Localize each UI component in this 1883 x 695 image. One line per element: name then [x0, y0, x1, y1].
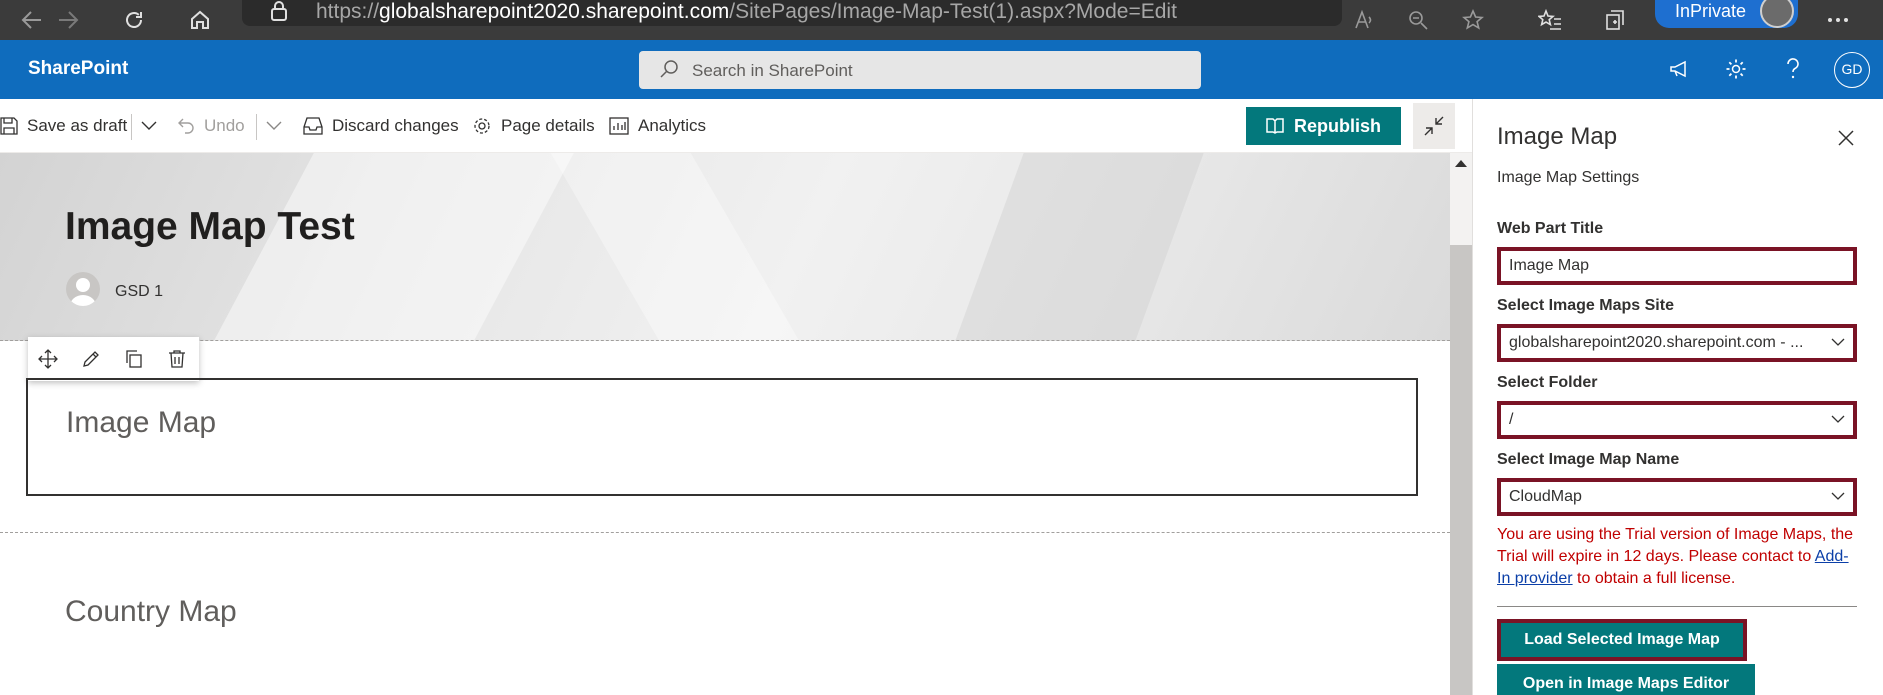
command-bar: Save as draft Undo Discard changes Page …: [0, 99, 1472, 153]
add-favorite-icon[interactable]: [1456, 0, 1492, 40]
trial-text: You are using the Trial version of Image…: [1497, 526, 1854, 565]
author-avatar: [66, 272, 100, 306]
image-map-name-dropdown[interactable]: CloudMap: [1497, 478, 1857, 516]
suite-bar: SharePoint Search in SharePoint GD: [0, 40, 1883, 99]
section-divider: [0, 532, 1450, 533]
save-icon: [0, 117, 18, 135]
page-details-button[interactable]: Page details: [472, 113, 595, 139]
section-divider: [0, 340, 1450, 341]
undo-icon: [178, 118, 194, 134]
divider: [131, 114, 132, 140]
site-value: globalsharepoint2020.sharepoint.com - ..…: [1509, 334, 1804, 351]
image-map-name-value: CloudMap: [1509, 488, 1582, 505]
chevron-down-icon: [1831, 338, 1845, 346]
discard-changes-label: Discard changes: [332, 116, 459, 135]
back-icon[interactable]: [14, 0, 50, 40]
folder-label: Select Folder: [1497, 374, 1598, 391]
discard-changes-button[interactable]: Discard changes: [303, 113, 459, 139]
image-map-webpart[interactable]: Image Map: [26, 378, 1418, 496]
lock-icon[interactable]: [270, 0, 288, 27]
favorites-icon[interactable]: [1532, 0, 1568, 40]
analytics-button[interactable]: Analytics: [609, 113, 706, 139]
folder-dropdown[interactable]: /: [1497, 401, 1857, 439]
profile-avatar[interactable]: [1760, 0, 1794, 28]
republish-label: Republish: [1293, 115, 1381, 136]
page-title[interactable]: Image Map Test: [65, 205, 355, 249]
inprivate-badge[interactable]: InPrivate: [1655, 0, 1798, 28]
pane-title: Image Map: [1497, 123, 1618, 150]
url-text: https://globalsharepoint2020.sharepoint.…: [316, 0, 1177, 23]
site-dropdown[interactable]: globalsharepoint2020.sharepoint.com - ..…: [1497, 324, 1857, 362]
read-aloud-icon[interactable]: [1346, 0, 1382, 40]
webpart-title: Image Map: [66, 406, 217, 439]
webpart-toolbar: [28, 337, 199, 381]
delete-icon[interactable]: [165, 347, 189, 371]
home-icon[interactable]: [182, 0, 218, 40]
sharepoint-brand[interactable]: SharePoint: [28, 58, 128, 80]
chevron-down-icon: [266, 121, 282, 130]
page-canvas: Image Map Test GSD 1 Image Map Country M…: [0, 153, 1450, 695]
webpart-title-label: Web Part Title: [1497, 220, 1604, 237]
author-name: GSD 1: [115, 283, 164, 300]
divider: [1497, 606, 1857, 607]
banner-shape: [539, 153, 841, 341]
close-icon[interactable]: [1833, 125, 1859, 151]
title-banner: Image Map Test GSD 1: [0, 153, 1450, 341]
property-pane: Image Map Image Map Settings Web Part Ti…: [1472, 99, 1883, 695]
gear-icon[interactable]: [1719, 52, 1753, 86]
refresh-icon[interactable]: [116, 0, 152, 40]
republish-button[interactable]: Republish: [1246, 107, 1401, 145]
search-box[interactable]: Search in SharePoint: [639, 51, 1201, 89]
save-as-draft-button[interactable]: Save as draft: [0, 113, 127, 139]
more-icon[interactable]: [1820, 0, 1856, 40]
webpart-title-value: Image Map: [1509, 257, 1590, 274]
analytics-icon: [609, 117, 629, 135]
search-icon: [659, 59, 679, 84]
trial-notice: You are using the Trial version of Image…: [1497, 524, 1857, 590]
scroll-up-arrow[interactable]: [1455, 160, 1467, 167]
load-selected-image-map-button[interactable]: Load Selected Image Map: [1497, 619, 1747, 661]
help-icon[interactable]: [1776, 52, 1810, 86]
address-bar[interactable]: https://globalsharepoint2020.sharepoint.…: [242, 0, 1342, 26]
collections-icon[interactable]: [1598, 0, 1634, 40]
chevron-down-icon: [1831, 415, 1845, 423]
undo-button[interactable]: Undo: [177, 113, 245, 139]
forward-icon[interactable]: [50, 0, 86, 40]
discard-icon: [303, 117, 323, 135]
book-icon: [1266, 118, 1284, 134]
section-title[interactable]: Country Map: [65, 595, 237, 629]
scrollbar-thumb[interactable]: [1450, 245, 1472, 695]
undo-options-chevron[interactable]: [266, 113, 291, 139]
banner-shape: [925, 153, 1215, 341]
chevron-down-icon: [1831, 492, 1845, 500]
page-details-label: Page details: [501, 116, 595, 135]
collapse-button[interactable]: [1413, 103, 1455, 149]
zoom-icon[interactable]: [1400, 0, 1436, 40]
duplicate-icon[interactable]: [122, 347, 146, 371]
folder-value: /: [1509, 411, 1514, 428]
save-as-draft-label: Save as draft: [27, 116, 128, 135]
divider: [256, 114, 257, 140]
collapse-icon: [1424, 116, 1444, 136]
save-options-chevron[interactable]: [141, 113, 166, 139]
inprivate-label: InPrivate: [1675, 1, 1747, 21]
image-map-name-label: Select Image Map Name: [1497, 451, 1680, 468]
undo-label: Undo: [204, 116, 245, 135]
search-placeholder: Search in SharePoint: [692, 61, 853, 80]
site-label: Select Image Maps Site: [1497, 297, 1674, 314]
browser-toolbar: https://globalsharepoint2020.sharepoint.…: [0, 0, 1883, 40]
open-image-maps-editor-button[interactable]: Open in Image Maps Editor: [1497, 664, 1755, 695]
user-avatar[interactable]: GD: [1834, 52, 1870, 88]
pane-subtitle: Image Map Settings: [1497, 169, 1640, 186]
gear-icon: [474, 118, 490, 134]
analytics-label: Analytics: [638, 116, 707, 135]
trial-text-end: to obtain a full license.: [1577, 570, 1736, 587]
edit-icon[interactable]: [79, 347, 103, 371]
chevron-down-icon: [141, 121, 157, 130]
megaphone-icon[interactable]: [1662, 52, 1696, 86]
webpart-title-input[interactable]: Image Map: [1497, 247, 1857, 285]
move-icon[interactable]: [36, 347, 60, 371]
